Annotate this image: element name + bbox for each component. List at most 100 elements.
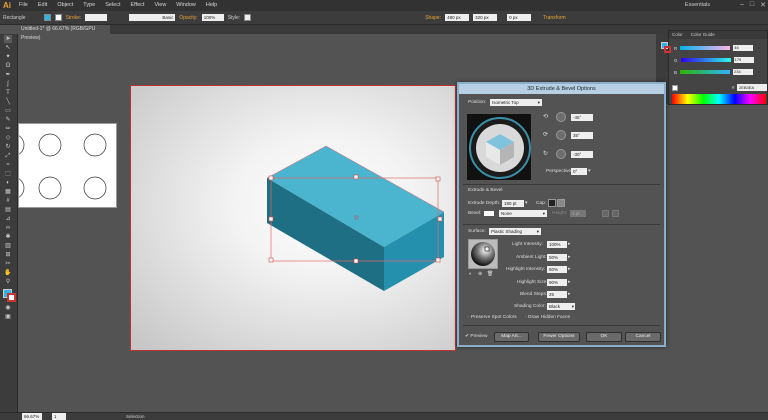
line-tool-icon[interactable]: ╲ bbox=[4, 98, 12, 106]
shape-width-field[interactable]: 480 px bbox=[445, 14, 470, 21]
blend-steps-field[interactable]: 25 bbox=[547, 291, 567, 298]
mesh-tool-icon[interactable]: # bbox=[4, 197, 12, 205]
corner-radius-field[interactable]: 0 px bbox=[507, 14, 532, 21]
screen-mode-icon[interactable]: ▣ bbox=[4, 313, 12, 321]
lighting-sphere[interactable] bbox=[468, 239, 498, 269]
highlight-intensity-chevron-icon[interactable]: ▸ bbox=[568, 266, 571, 272]
shading-color-dropdown[interactable]: Black ▾ bbox=[547, 303, 575, 310]
move-light-back-icon[interactable]: ◐ bbox=[469, 271, 472, 277]
minimize-button[interactable]: – bbox=[740, 1, 744, 9]
close-button[interactable]: ✕ bbox=[760, 1, 766, 9]
delete-light-icon[interactable]: 🗑 bbox=[487, 271, 493, 277]
preserve-spot-checkbox[interactable]: ▫ Preserve Spot Colors bbox=[468, 315, 517, 320]
handle[interactable] bbox=[353, 258, 359, 264]
menu-help[interactable]: Help bbox=[201, 0, 222, 11]
draw-mode-icon[interactable]: ◉ bbox=[4, 304, 12, 312]
hand-tool-icon[interactable]: ✋ bbox=[4, 269, 12, 277]
eraser-icon[interactable]: ◇ bbox=[4, 134, 12, 142]
stroke-swatch[interactable] bbox=[54, 14, 62, 21]
scale-tool-icon[interactable]: ⤢ bbox=[4, 152, 12, 160]
highlight-intensity-field[interactable]: 60% bbox=[547, 266, 567, 273]
panel-stroke-swatch[interactable] bbox=[664, 46, 671, 53]
rotate-y-dial[interactable] bbox=[556, 130, 566, 140]
fill-swatch[interactable] bbox=[43, 14, 51, 21]
blend-tool-icon[interactable]: ∞ bbox=[4, 224, 12, 232]
highlight-size-field[interactable]: 90% bbox=[547, 279, 567, 286]
new-light-icon[interactable]: ⊕ bbox=[478, 271, 482, 277]
opacity-label[interactable]: Opacity: bbox=[179, 15, 197, 21]
cancel-button[interactable]: Cancel bbox=[625, 332, 661, 342]
white-swatch[interactable] bbox=[672, 85, 678, 91]
gradient-tool-icon[interactable]: ▤ bbox=[4, 206, 12, 214]
handle[interactable] bbox=[353, 174, 359, 180]
zoom-tool-icon[interactable]: ⚲ bbox=[4, 278, 12, 286]
shape-label[interactable]: Shape: bbox=[425, 15, 441, 21]
rotate-x-field[interactable]: -45° bbox=[571, 114, 593, 121]
perspective-grid-icon[interactable]: ▦ bbox=[4, 188, 12, 196]
fewer-options-button[interactable]: Fewer Options bbox=[538, 332, 580, 342]
rotate-z-dial[interactable] bbox=[556, 149, 566, 159]
g-value[interactable]: 179 bbox=[733, 57, 754, 63]
cap-on-icon[interactable] bbox=[548, 199, 556, 207]
tab-color-guide[interactable]: Color Guide bbox=[691, 31, 715, 39]
bevel-dropdown[interactable]: None ▾ bbox=[499, 210, 547, 217]
shape-height-field[interactable]: 320 px bbox=[473, 14, 498, 21]
rotation-trackball[interactable] bbox=[466, 113, 532, 181]
workspace-switcher[interactable]: Essentials bbox=[685, 0, 710, 11]
menu-window[interactable]: Window bbox=[171, 0, 201, 11]
handle[interactable] bbox=[268, 175, 274, 181]
light-intensity-field[interactable]: 100% bbox=[547, 241, 567, 248]
magic-wand-icon[interactable]: ✦ bbox=[4, 53, 12, 61]
perspective-chevron-icon[interactable]: ▾ bbox=[588, 168, 591, 174]
handle[interactable] bbox=[268, 257, 274, 263]
menu-edit[interactable]: Edit bbox=[33, 0, 52, 11]
artboard-secondary[interactable] bbox=[1, 123, 117, 208]
direct-selection-tool-icon[interactable]: ↖ bbox=[4, 44, 12, 52]
symbol-sprayer-icon[interactable]: ✱ bbox=[4, 233, 12, 241]
pen-tool-icon[interactable]: ✒ bbox=[4, 71, 12, 79]
stroke-weight-field[interactable] bbox=[85, 14, 108, 21]
shape-builder-icon[interactable]: ◐ bbox=[4, 179, 12, 187]
stroke-color-swatch[interactable] bbox=[7, 293, 16, 302]
ok-button[interactable]: OK bbox=[586, 332, 622, 342]
type-tool-icon[interactable]: T bbox=[4, 89, 12, 97]
light-intensity-chevron-icon[interactable]: ▸ bbox=[568, 241, 571, 247]
g-slider[interactable] bbox=[680, 58, 731, 62]
rotate-tool-icon[interactable]: ↻ bbox=[4, 143, 12, 151]
menu-view[interactable]: View bbox=[149, 0, 171, 11]
tab-color[interactable]: Color bbox=[672, 31, 683, 39]
menu-type[interactable]: Type bbox=[78, 0, 100, 11]
cap-off-icon[interactable] bbox=[557, 199, 565, 207]
curvature-tool-icon[interactable]: ∫ bbox=[4, 80, 12, 88]
extrude-depth-chevron-icon[interactable]: ▾ bbox=[525, 200, 528, 206]
handle[interactable] bbox=[437, 216, 443, 222]
menu-object[interactable]: Object bbox=[52, 0, 78, 11]
zoom-field[interactable]: 66.67% bbox=[22, 413, 42, 420]
paintbrush-icon[interactable]: ✎ bbox=[4, 116, 12, 124]
menu-effect[interactable]: Effect bbox=[126, 0, 150, 11]
ambient-light-chevron-icon[interactable]: ▸ bbox=[568, 254, 571, 260]
r-value[interactable]: 46 bbox=[733, 45, 754, 51]
opacity-field[interactable]: 100% bbox=[201, 14, 224, 21]
b-slider[interactable] bbox=[680, 70, 731, 74]
draw-hidden-checkbox[interactable]: ▫ Draw Hidden Faces bbox=[525, 315, 570, 320]
graph-tool-icon[interactable]: ▥ bbox=[4, 242, 12, 250]
fill-stroke-widget[interactable] bbox=[0, 289, 17, 303]
rotate-y-field[interactable]: 35° bbox=[571, 132, 593, 139]
slice-tool-icon[interactable]: ✂ bbox=[4, 260, 12, 268]
artboard-nav-field[interactable]: 1 bbox=[52, 413, 66, 420]
surface-dropdown[interactable]: Plastic Shading ▾ bbox=[489, 228, 541, 235]
color-spectrum[interactable] bbox=[672, 94, 766, 104]
bevel-in-icon[interactable] bbox=[612, 210, 619, 217]
extrude-depth-field[interactable]: 180 pt bbox=[502, 200, 524, 207]
bevel-out-icon[interactable] bbox=[602, 210, 609, 217]
eyedropper-icon[interactable]: ⊿ bbox=[4, 215, 12, 223]
map-art-button[interactable]: Map Art... bbox=[494, 332, 529, 342]
menu-select[interactable]: Select bbox=[100, 0, 125, 11]
style-swatch[interactable] bbox=[244, 14, 252, 21]
menu-file[interactable]: File bbox=[14, 0, 33, 11]
selection-tool-icon[interactable]: ➤ bbox=[4, 35, 12, 43]
r-slider[interactable] bbox=[680, 46, 731, 50]
height-field[interactable]: 4 pt bbox=[570, 210, 586, 217]
width-tool-icon[interactable]: ≈ bbox=[4, 161, 12, 169]
